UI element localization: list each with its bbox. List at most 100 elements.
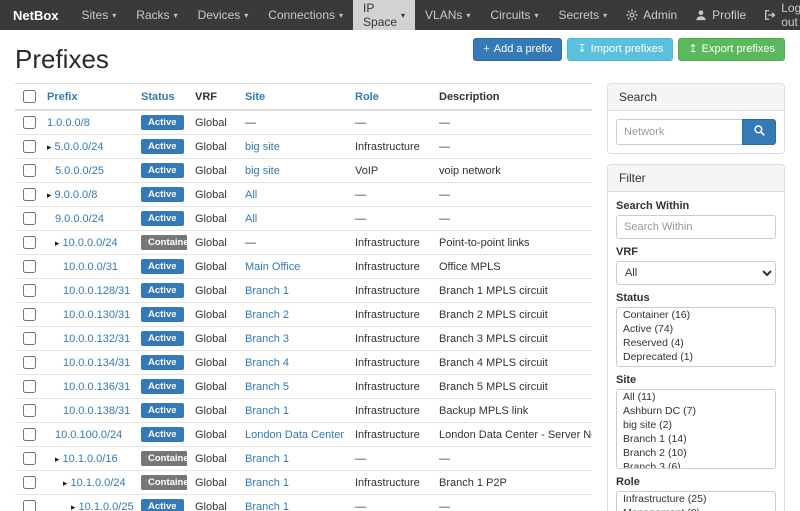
nav-item-devices[interactable]: Devices▾ [188, 0, 259, 30]
network-search-input[interactable] [616, 119, 742, 145]
filter-option[interactable]: Ashburn DC (7) [617, 404, 775, 418]
filter-option[interactable]: All (11) [617, 390, 775, 404]
prefix-link[interactable]: 10.1.0.0/16 [63, 453, 118, 465]
select-all-checkbox[interactable] [23, 90, 36, 103]
prefix-link[interactable]: 10.0.100.0/24 [55, 429, 122, 441]
prefix-link[interactable]: 5.0.0.0/25 [55, 165, 104, 177]
filter-option[interactable]: Infrastructure (25) [617, 492, 775, 506]
prefix-link[interactable]: 10.0.0.128/31 [63, 285, 130, 297]
site-link[interactable]: big site [245, 165, 280, 177]
site-link[interactable]: big site [245, 141, 280, 153]
brand-logo[interactable]: NetBox [0, 0, 72, 30]
status-filter-listbox[interactable]: Container (16)Active (74)Reserved (4)Dep… [616, 307, 776, 367]
prefix-link[interactable]: 10.0.0.130/31 [63, 309, 130, 321]
role-cell: — [347, 183, 431, 207]
import-prefixes-button[interactable]: ↧Import prefixes [567, 38, 673, 61]
row-checkbox[interactable] [23, 428, 36, 441]
site-link[interactable]: Branch 4 [245, 357, 289, 369]
row-checkbox[interactable] [23, 212, 36, 225]
site-link[interactable]: Branch 1 [245, 501, 289, 511]
nav-item-vlans[interactable]: VLANs▾ [415, 0, 480, 30]
prefix-link[interactable]: 9.0.0.0/24 [55, 213, 104, 225]
add-prefix-button[interactable]: +Add a prefix [473, 38, 562, 61]
column-sort-role[interactable]: Role [355, 91, 379, 103]
filter-option[interactable]: Container (16) [617, 308, 775, 322]
column-sort-status[interactable]: Status [141, 91, 175, 103]
admin-link[interactable]: Admin [617, 0, 686, 30]
prefix-link[interactable]: 10.0.0.0/24 [63, 237, 118, 249]
filter-option[interactable]: Management (8) [617, 506, 775, 511]
description-cell: Branch 1 MPLS circuit [431, 279, 592, 303]
nav-item-connections[interactable]: Connections▾ [258, 0, 353, 30]
empty-value: — [245, 117, 256, 129]
logout-link[interactable]: Log out [755, 0, 800, 30]
expand-arrow-icon: ▸ [63, 478, 68, 488]
filter-option[interactable]: big site (2) [617, 418, 775, 432]
site-link[interactable]: Main Office [245, 261, 300, 273]
prefix-link[interactable]: 5.0.0.0/24 [55, 141, 104, 153]
filter-option[interactable]: Branch 1 (14) [617, 432, 775, 446]
row-checkbox[interactable] [23, 140, 36, 153]
filter-option[interactable]: Reserved (4) [617, 336, 775, 350]
row-checkbox[interactable] [23, 308, 36, 321]
filter-option[interactable]: Active (74) [617, 322, 775, 336]
column-sort-site[interactable]: Site [245, 91, 265, 103]
prefix-link[interactable]: 10.0.0.136/31 [63, 381, 130, 393]
prefix-link[interactable]: 10.0.0.138/31 [63, 405, 130, 417]
site-link[interactable]: London Data Center [245, 429, 344, 441]
site-link[interactable]: Branch 1 [245, 477, 289, 489]
prefix-link[interactable]: 1.0.0.0/8 [47, 117, 90, 129]
row-checkbox[interactable] [23, 380, 36, 393]
indent-spacer [47, 245, 55, 246]
site-link[interactable]: Branch 5 [245, 381, 289, 393]
vrf-label: VRF [616, 246, 776, 258]
prefix-link[interactable]: 10.1.0.0/25 [79, 501, 133, 511]
row-checkbox[interactable] [23, 500, 36, 511]
filter-option[interactable]: Branch 3 (6) [617, 460, 775, 469]
row-checkbox[interactable] [23, 404, 36, 417]
site-link[interactable]: Branch 1 [245, 405, 289, 417]
nav-item-racks[interactable]: Racks▾ [126, 0, 187, 30]
prefix-link[interactable]: 10.0.0.134/31 [63, 357, 130, 369]
profile-link[interactable]: Profile [686, 0, 755, 30]
site-link[interactable]: Branch 1 [245, 285, 289, 297]
search-button[interactable] [742, 119, 776, 145]
row-checkbox[interactable] [23, 260, 36, 273]
row-checkbox[interactable] [23, 236, 36, 249]
site-link[interactable]: Branch 3 [245, 333, 289, 345]
prefix-link[interactable]: 10.0.0.0/31 [63, 261, 118, 273]
search-within-input[interactable] [616, 215, 776, 239]
site-filter-listbox[interactable]: All (11)Ashburn DC (7)big site (2)Branch… [616, 389, 776, 469]
row-checkbox[interactable] [23, 284, 36, 297]
site-cell: — [237, 110, 347, 135]
row-checkbox[interactable] [23, 332, 36, 345]
row-checkbox[interactable] [23, 452, 36, 465]
prefix-link[interactable]: 9.0.0.0/8 [55, 189, 98, 201]
vrf-select[interactable]: All [616, 261, 776, 285]
prefix-cell: 9.0.0.0/24 [39, 207, 133, 231]
status-cell: Container [133, 447, 187, 471]
nav-item-sites[interactable]: Sites▾ [72, 0, 127, 30]
column-sort-prefix[interactable]: Prefix [47, 91, 78, 103]
nav-item-circuits[interactable]: Circuits▾ [480, 0, 548, 30]
row-checkbox[interactable] [23, 116, 36, 129]
row-checkbox[interactable] [23, 476, 36, 489]
row-select-cell [15, 231, 39, 255]
role-filter-listbox[interactable]: Infrastructure (25)Management (8)Private… [616, 491, 776, 511]
table-row: ▸10.1.0.0/25ActiveGlobalBranch 1—— [15, 495, 592, 511]
site-link[interactable]: All [245, 213, 257, 225]
nav-item-secrets[interactable]: Secrets▾ [548, 0, 617, 30]
site-link[interactable]: Branch 2 [245, 309, 289, 321]
prefix-link[interactable]: 10.0.0.132/31 [63, 333, 130, 345]
export-icon: ↥ [688, 44, 697, 55]
filter-option[interactable]: Deprecated (1) [617, 350, 775, 364]
export-prefixes-button[interactable]: ↥Export prefixes [678, 38, 785, 61]
filter-option[interactable]: Branch 2 (10) [617, 446, 775, 460]
site-link[interactable]: Branch 1 [245, 453, 289, 465]
prefix-link[interactable]: 10.1.0.0/24 [71, 477, 126, 489]
row-checkbox[interactable] [23, 164, 36, 177]
nav-item-ip-space[interactable]: IP Space▾ [353, 0, 415, 30]
site-link[interactable]: All [245, 189, 257, 201]
row-checkbox[interactable] [23, 188, 36, 201]
row-checkbox[interactable] [23, 356, 36, 369]
